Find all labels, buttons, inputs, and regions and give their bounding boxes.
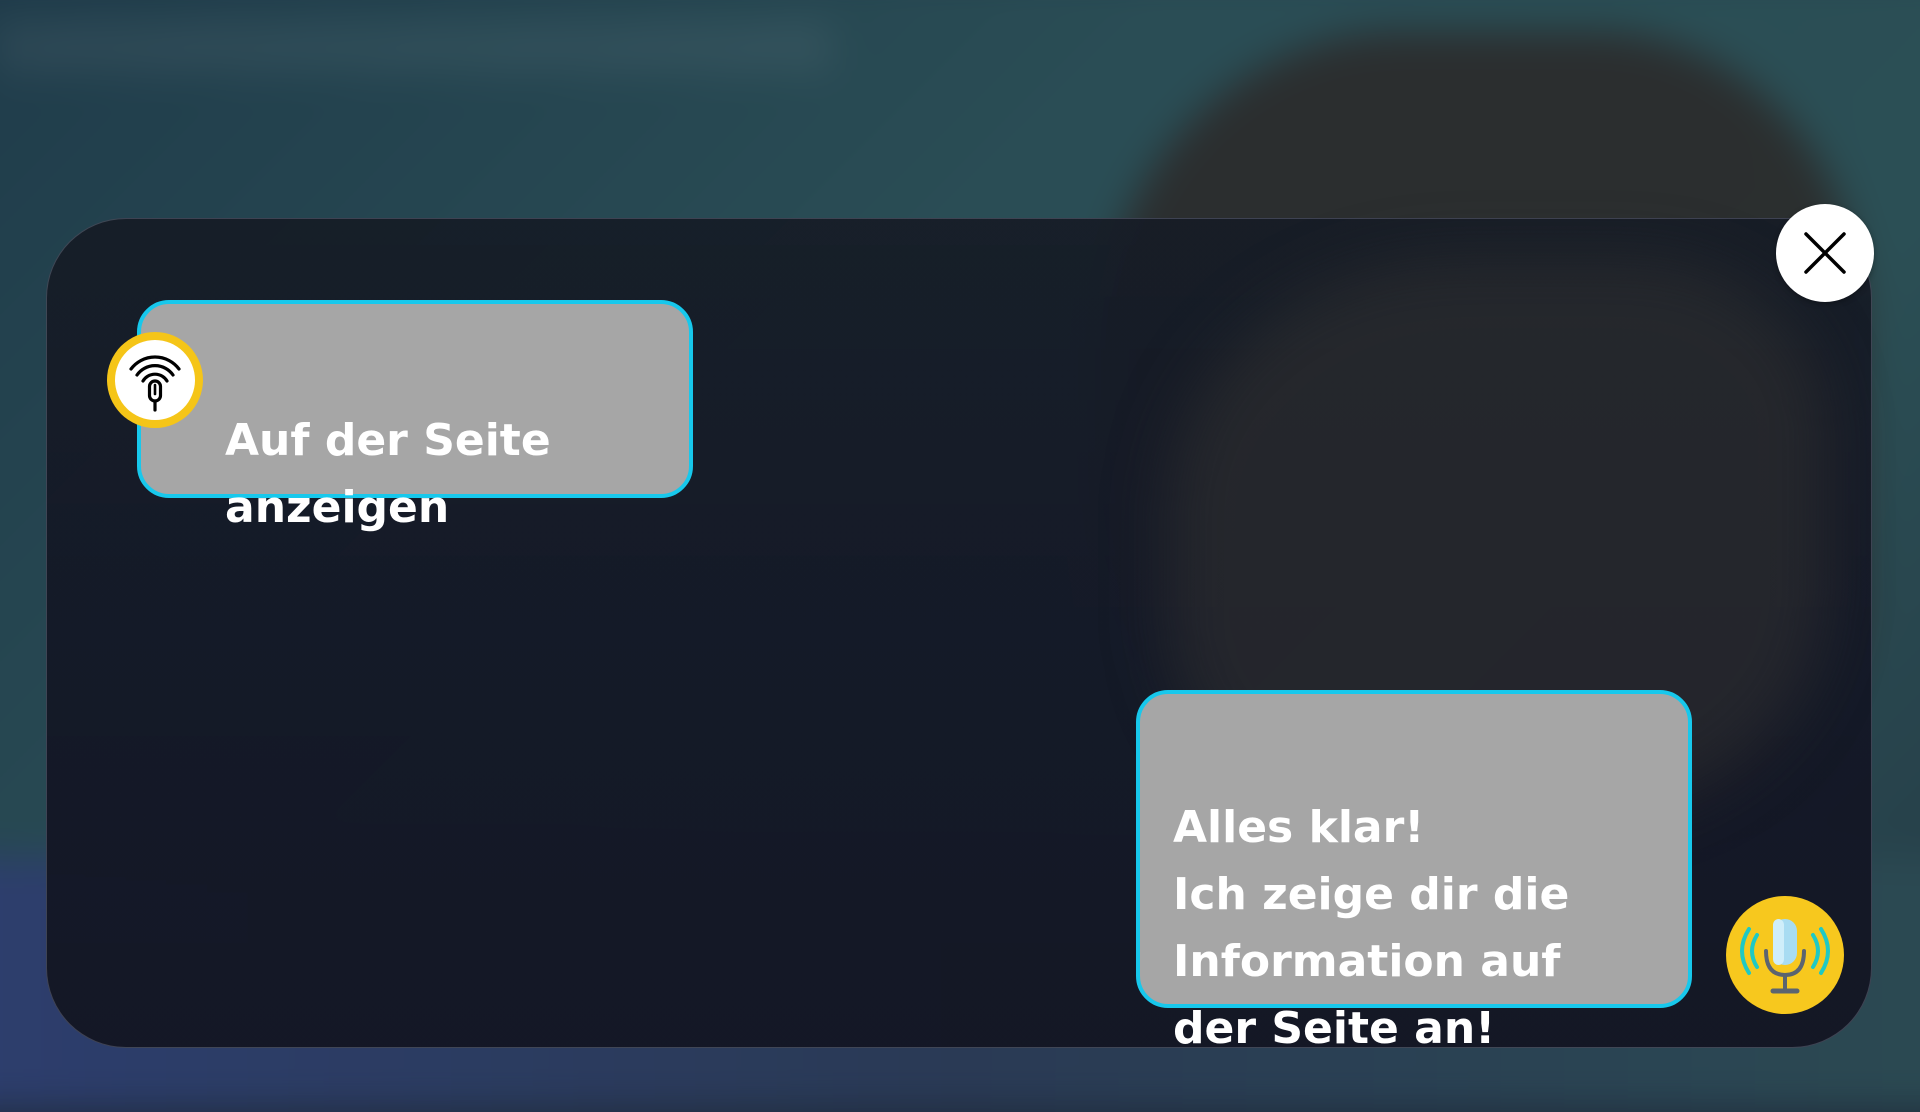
user-avatar bbox=[107, 332, 203, 428]
close-button[interactable] bbox=[1776, 204, 1874, 302]
user-message-bubble: Auf der Seite anzeigen bbox=[137, 300, 693, 533]
assistant-message-bubble: Alles klar! Ich zeige dir die Informatio… bbox=[1136, 690, 1692, 1054]
microphone-button[interactable] bbox=[1726, 896, 1844, 1014]
microphone-icon bbox=[1740, 919, 1830, 994]
close-icon bbox=[1804, 232, 1846, 274]
voice-signal-mic-icon bbox=[129, 355, 181, 412]
blurred-page-title bbox=[0, 22, 833, 72]
